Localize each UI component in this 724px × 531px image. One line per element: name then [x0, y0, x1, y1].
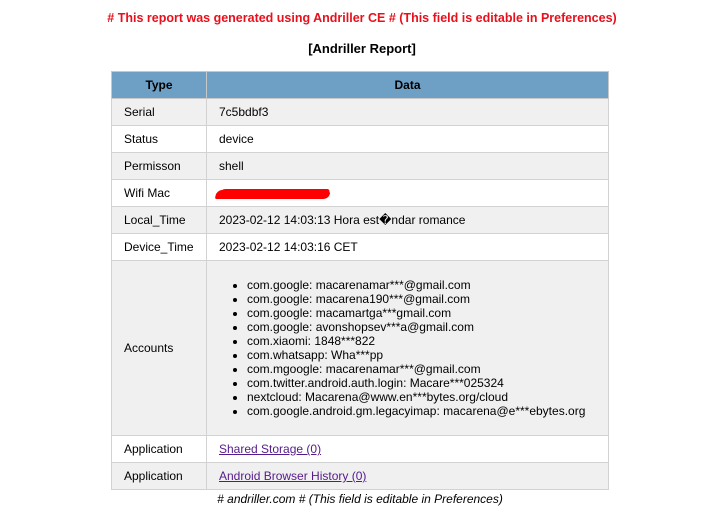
list-item: com.mgoogle: macarenamar***@gmail.com	[247, 362, 608, 376]
row-data-value: Shared Storage (0)	[206, 435, 609, 463]
accounts-list: com.google: macarenamar***@gmail.com com…	[219, 278, 608, 418]
row-data-value: com.google: macarenamar***@gmail.com com…	[206, 260, 609, 436]
list-item: com.google: macarenamar***@gmail.com	[247, 278, 608, 292]
column-header-data: Data	[206, 71, 609, 99]
table-row-status: Status device	[111, 125, 609, 153]
redaction-scribble	[218, 189, 330, 199]
list-item: nextcloud: Macarena@www.en***bytes.org/c…	[247, 390, 608, 404]
list-item: com.google: macarena190***@gmail.com	[247, 292, 608, 306]
row-type-label: Serial	[111, 98, 207, 126]
row-data-value: Android Browser History (0)	[206, 462, 609, 490]
list-item: com.google: avonshopsev***a@gmail.com	[247, 320, 608, 334]
table-row-serial: Serial 7c5bdbf3	[111, 98, 609, 126]
list-item: com.twitter.android.auth.login: Macare**…	[247, 376, 608, 390]
row-data-value: device	[206, 125, 609, 153]
list-item: com.google: macamartga***gmail.com	[247, 306, 608, 320]
table-row-wifi-mac: Wifi Mac	[111, 179, 609, 207]
row-data-value	[206, 179, 609, 207]
row-type-label: Application	[111, 435, 207, 463]
report-title: [Andriller Report]	[308, 41, 416, 56]
row-data-value: 2023-02-12 14:03:13 Hora est�ndar romanc…	[206, 206, 609, 234]
row-type-label: Local_Time	[111, 206, 207, 234]
table-header-row: Type Data	[111, 71, 609, 99]
report-table: Type Data Serial 7c5bdbf3 Status device …	[111, 71, 609, 490]
list-item: com.google.android.gm.legacyimap: macare…	[247, 404, 608, 418]
table-row-application-browser: Application Android Browser History (0)	[111, 462, 609, 490]
row-type-label: Wifi Mac	[111, 179, 207, 207]
table-row-accounts: Accounts com.google: macarenamar***@gmai…	[111, 260, 609, 436]
table-row-device-time: Device_Time 2023-02-12 14:03:16 CET	[111, 233, 609, 261]
row-type-label: Status	[111, 125, 207, 153]
report-notice: # This report was generated using Andril…	[107, 11, 617, 25]
row-type-label: Device_Time	[111, 233, 207, 261]
table-row-local-time: Local_Time 2023-02-12 14:03:13 Hora est�…	[111, 206, 609, 234]
table-row-permission: Permisson shell	[111, 152, 609, 180]
row-data-value: 7c5bdbf3	[206, 98, 609, 126]
browser-history-link[interactable]: Android Browser History (0)	[219, 469, 366, 483]
footer-notice: # andriller.com # (This field is editabl…	[217, 492, 503, 506]
row-data-value: shell	[206, 152, 609, 180]
row-type-label: Permisson	[111, 152, 207, 180]
row-data-value: 2023-02-12 14:03:16 CET	[206, 233, 609, 261]
row-type-label: Accounts	[111, 260, 207, 436]
row-type-label: Application	[111, 462, 207, 490]
shared-storage-link[interactable]: Shared Storage (0)	[219, 442, 321, 456]
list-item: com.whatsapp: Wha***pp	[247, 348, 608, 362]
table-row-application-shared: Application Shared Storage (0)	[111, 435, 609, 463]
column-header-type: Type	[111, 71, 207, 99]
list-item: com.xiaomi: 1848***822	[247, 334, 608, 348]
